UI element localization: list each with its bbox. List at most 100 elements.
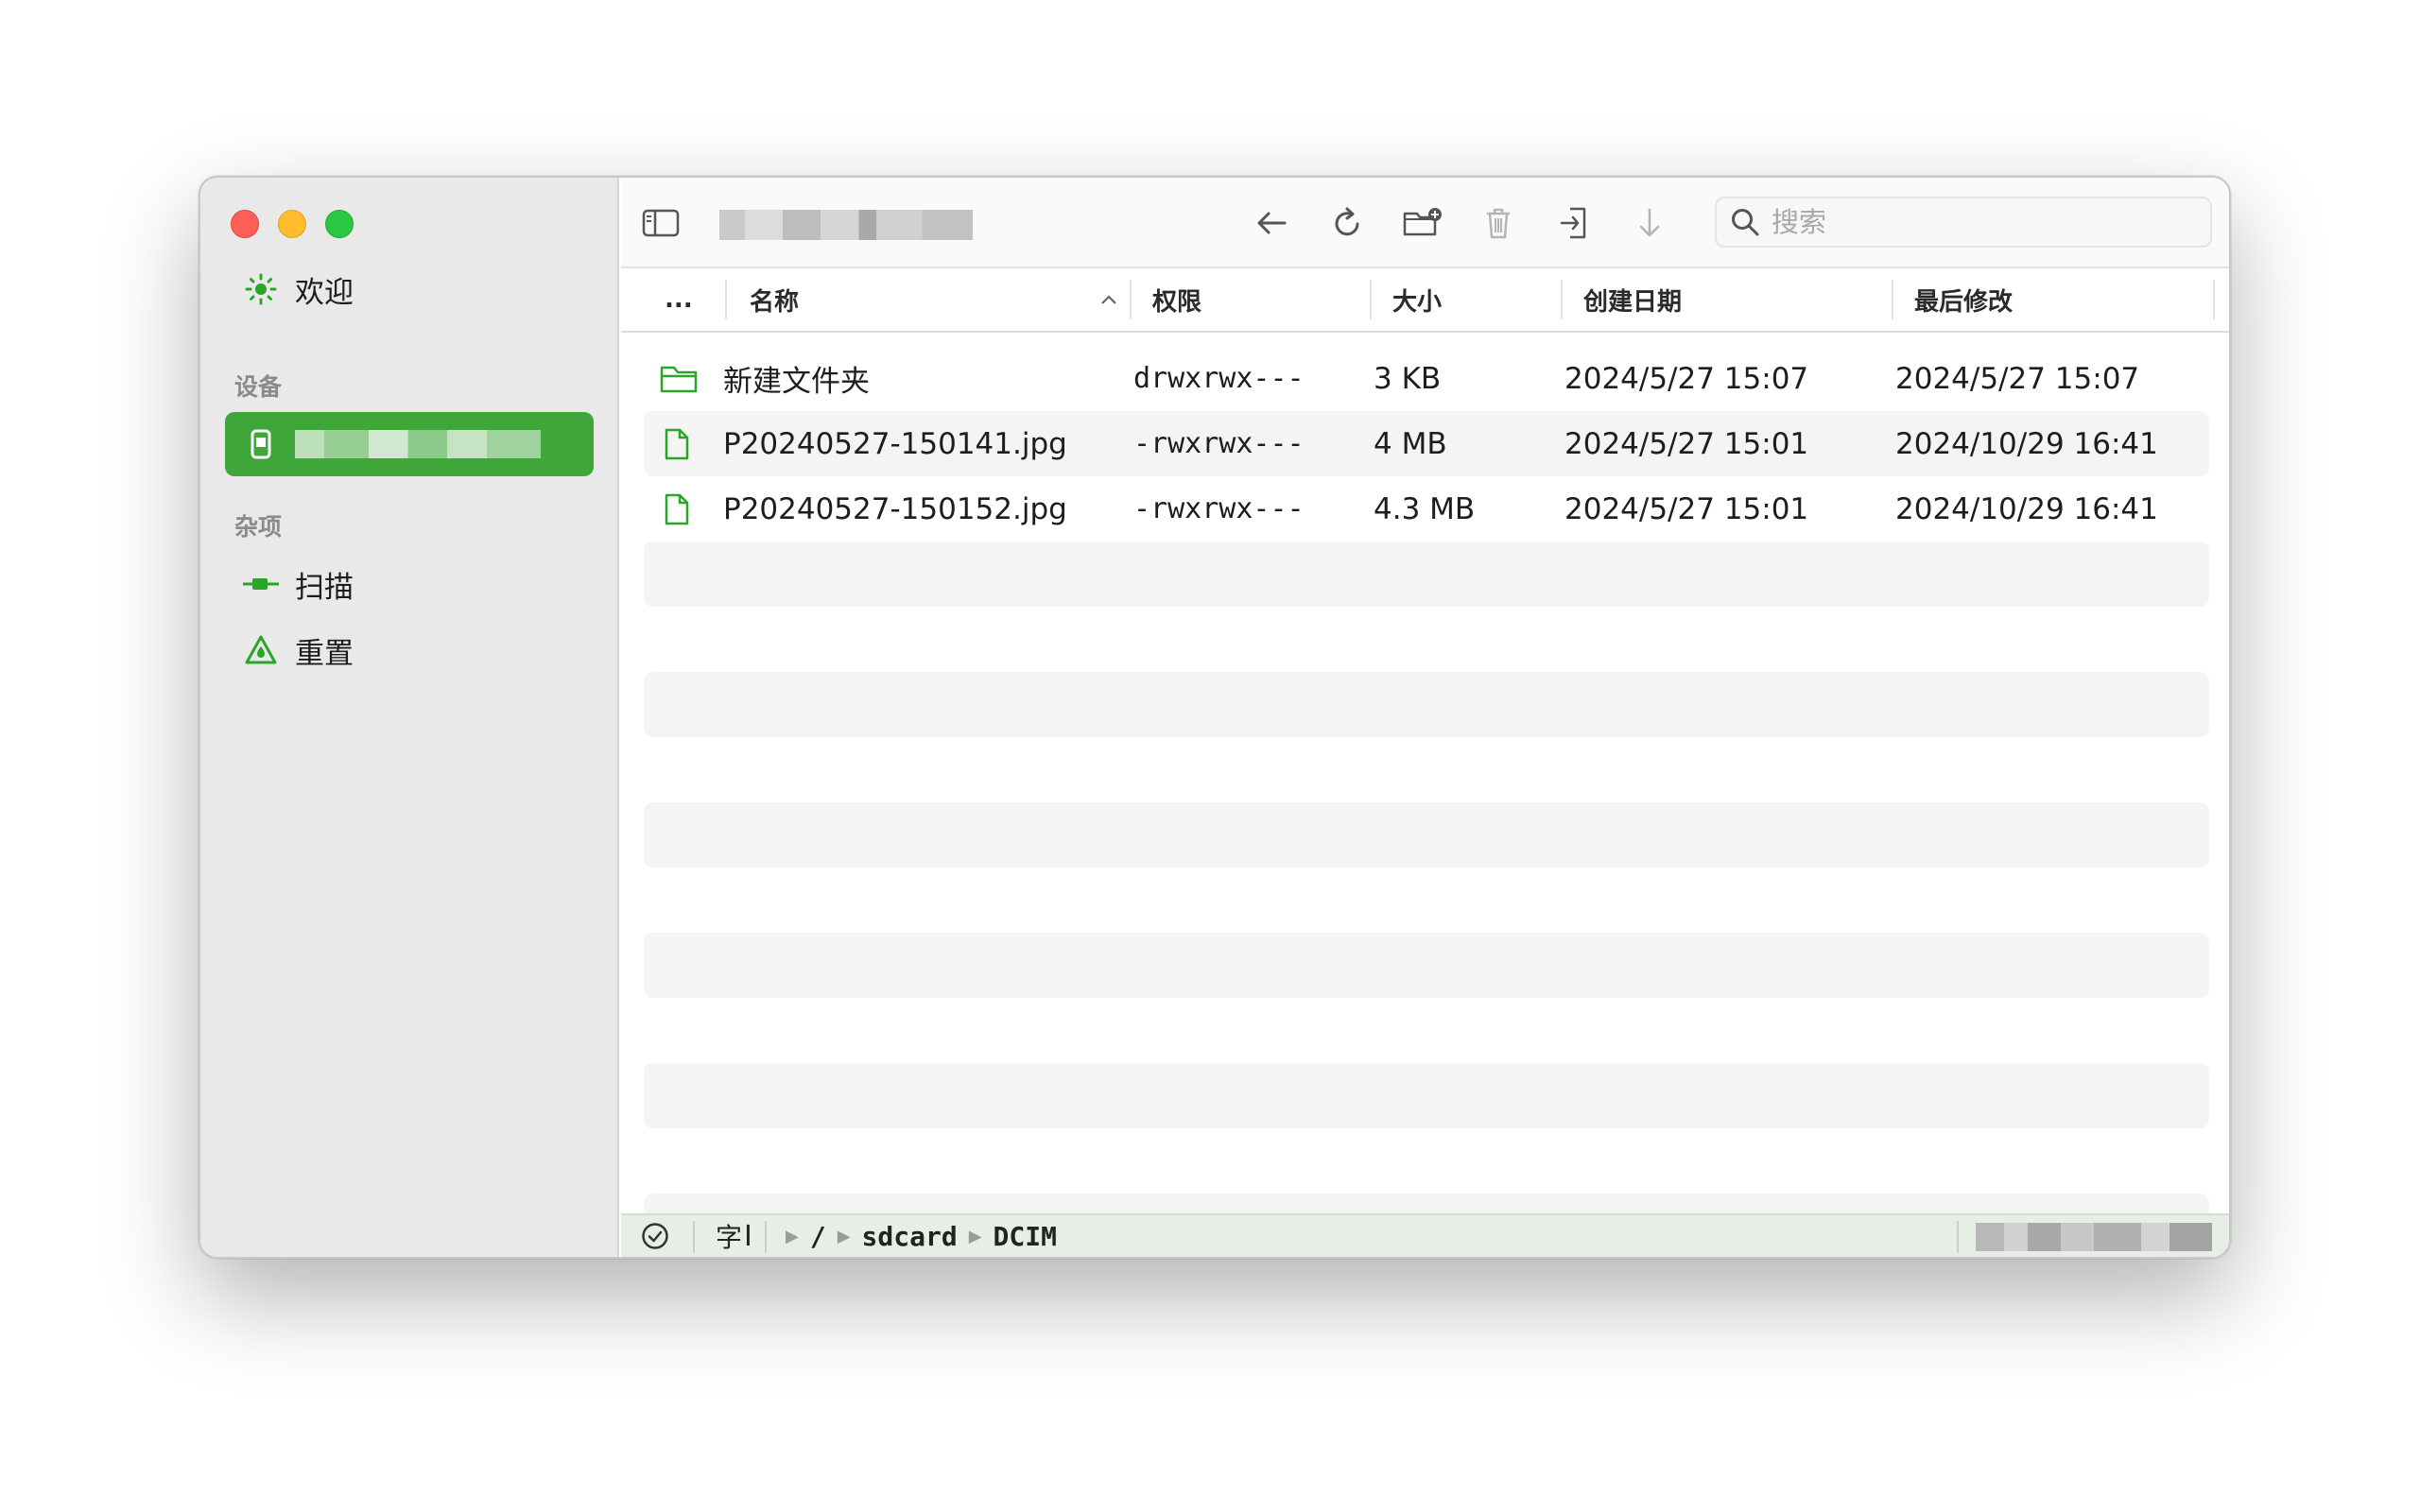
arrow-left-icon: [1257, 212, 1287, 234]
file-permissions: -rwxrwx---: [1133, 427, 1305, 460]
text-cursor-icon: I: [744, 1219, 752, 1253]
import-button[interactable]: [1551, 200, 1597, 246]
status-bar: 字 I ▶ / ▶ sdcard ▶ DCIM: [621, 1213, 2229, 1257]
refresh-icon: [1335, 207, 1359, 236]
sidebar-item-device[interactable]: [225, 412, 594, 476]
search-input[interactable]: [1772, 206, 2169, 238]
file-permissions: -rwxrwx---: [1133, 492, 1305, 525]
column-divider: [1370, 280, 1372, 319]
file-permissions: drwxrwx---: [1133, 362, 1305, 395]
breadcrumb-item[interactable]: DCIM: [994, 1221, 1057, 1252]
misc-section-header: 杂项: [234, 513, 283, 541]
table-row[interactable]: 新建文件夹 drwxrwx--- 3 KB 2024/5/27 15:07 20…: [644, 346, 2209, 411]
delete-button[interactable]: [1476, 200, 1521, 246]
breadcrumb-arrow-icon: ▶: [837, 1226, 851, 1246]
toggle-sidebar-button[interactable]: [638, 200, 683, 246]
folder-plus-icon: [1403, 208, 1442, 236]
column-permissions[interactable]: 权限: [1152, 268, 1201, 331]
column-divider: [1561, 280, 1563, 319]
file-modified: 2024/10/29 16:41: [1895, 426, 2158, 461]
file-created: 2024/5/27 15:01: [1564, 491, 1809, 526]
column-modified[interactable]: 最后修改: [1914, 268, 2013, 331]
table-row[interactable]: P20240527-150141.jpg -rwxrwx--- 4 MB 202…: [644, 411, 2209, 476]
breadcrumb-item[interactable]: /: [810, 1221, 826, 1252]
trash-icon: [1487, 208, 1510, 239]
import-icon: [1560, 207, 1586, 239]
column-options-button[interactable]: ...: [665, 268, 693, 331]
sidebar-item-label: 欢迎: [295, 275, 354, 310]
device-name-redacted: [295, 430, 541, 458]
sidebar-item-label: 扫描: [295, 570, 354, 605]
sun-icon: [240, 268, 282, 310]
main-pane: ... 名称 权限 大小 创建日期 最后修改: [621, 178, 2229, 1257]
document-icon: [663, 411, 691, 476]
back-button[interactable]: [1249, 200, 1294, 246]
search-icon: [1732, 209, 1759, 236]
warning-triangle-icon: [240, 629, 282, 671]
zoom-window-button[interactable]: [325, 210, 354, 238]
file-modified: 2024/5/27 15:07: [1895, 361, 2140, 396]
file-name: P20240527-150152.jpg: [723, 491, 1067, 526]
file-size: 4 MB: [1374, 426, 1447, 461]
column-name[interactable]: 名称: [750, 268, 1128, 331]
new-folder-button[interactable]: [1400, 200, 1445, 246]
breadcrumb: ▶ / ▶ sdcard ▶ DCIM: [774, 1215, 1057, 1257]
sidebar-item-label: 重置: [295, 636, 354, 671]
file-created: 2024/5/27 15:01: [1564, 426, 1809, 461]
column-created[interactable]: 创建日期: [1583, 268, 1682, 331]
check-circle-icon: [642, 1223, 668, 1249]
sidebar-item-welcome[interactable]: 欢迎: [225, 257, 594, 321]
minimize-window-button[interactable]: [278, 210, 306, 238]
file-created: 2024/5/27 15:07: [1564, 361, 1809, 396]
breadcrumb-arrow-icon: ▶: [786, 1226, 799, 1246]
download-button[interactable]: [1627, 200, 1672, 246]
sidebar-item-reset[interactable]: 重置: [225, 618, 594, 682]
sort-ascending-icon: [1101, 295, 1116, 304]
sidebar-toggle-icon: [642, 209, 680, 237]
column-divider: [1130, 280, 1132, 319]
file-name: 新建文件夹: [723, 365, 870, 399]
file-size: 4.3 MB: [1374, 491, 1476, 526]
file-modified: 2024/10/29 16:41: [1895, 491, 2158, 526]
column-header: ... 名称 权限 大小 创建日期 最后修改: [621, 268, 2229, 333]
file-list: 新建文件夹 drwxrwx--- 3 KB 2024/5/27 15:07 20…: [621, 335, 2229, 1213]
breadcrumb-arrow-icon: ▶: [968, 1226, 982, 1246]
column-size[interactable]: 大小: [1392, 268, 1442, 331]
folder-icon: [659, 346, 699, 411]
column-divider: [1892, 280, 1893, 319]
sync-status-button[interactable]: [640, 1215, 670, 1257]
refresh-button[interactable]: [1324, 200, 1370, 246]
document-icon: [663, 476, 691, 541]
encoding-button[interactable]: 字 I: [716, 1215, 752, 1257]
file-size: 3 KB: [1374, 361, 1442, 396]
file-name: P20240527-150141.jpg: [723, 426, 1067, 461]
status-info-redacted: [1976, 1223, 2212, 1251]
breadcrumb-item[interactable]: sdcard: [862, 1221, 958, 1252]
empty-row-stripe: [644, 802, 2209, 868]
arrow-down-icon: [1639, 208, 1660, 237]
empty-row-stripe: [644, 933, 2209, 998]
status-divider: [1957, 1221, 1959, 1253]
window-controls: [231, 210, 354, 238]
usb-plug-icon: [240, 563, 282, 605]
devices-section-header: 设备: [234, 373, 283, 401]
column-name-label: 名称: [750, 287, 800, 317]
status-divider: [693, 1221, 695, 1253]
phone-icon: [240, 423, 282, 465]
column-divider: [2213, 280, 2215, 319]
text-encoding-icon: 字: [716, 1222, 743, 1253]
empty-row-stripe: [644, 1063, 2209, 1128]
close-window-button[interactable]: [231, 210, 259, 238]
search-box[interactable]: [1715, 197, 2212, 248]
sidebar: 欢迎 设备 杂项 扫描 重置: [200, 178, 619, 1257]
column-divider: [725, 280, 727, 319]
table-row[interactable]: P20240527-150152.jpg -rwxrwx--- 4.3 MB 2…: [644, 476, 2209, 541]
status-divider: [765, 1221, 767, 1253]
app-window: 欢迎 设备 杂项 扫描 重置 搜索 ... 名称 权限 大小 创建日期 最后修改…: [199, 176, 2231, 1259]
window-title-redacted: [719, 210, 973, 240]
empty-row-stripe: [644, 541, 2209, 607]
sidebar-item-scan[interactable]: 扫描: [225, 552, 594, 616]
empty-row-stripe: [644, 672, 2209, 737]
toolbar: [621, 178, 2229, 268]
empty-row-stripe: [644, 1194, 2209, 1213]
